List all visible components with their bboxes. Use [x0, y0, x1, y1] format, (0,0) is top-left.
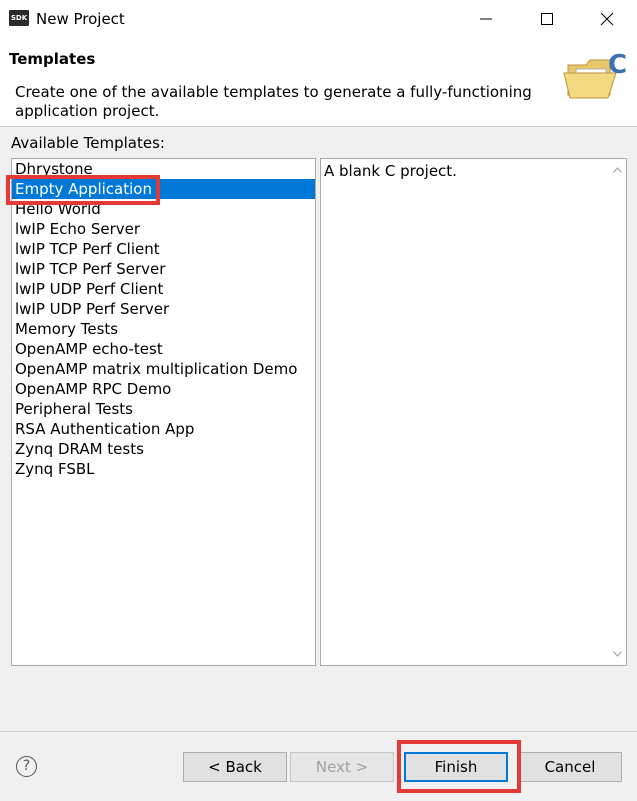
- list-item[interactable]: lwIP UDP Perf Client: [12, 279, 315, 299]
- wizard-header: Templates Create one of the available te…: [0, 38, 637, 126]
- list-item[interactable]: RSA Authentication App: [12, 419, 315, 439]
- list-item[interactable]: lwIP TCP Perf Server: [12, 259, 315, 279]
- help-button[interactable]: ?: [16, 756, 37, 777]
- next-button[interactable]: Next >: [290, 752, 394, 782]
- finish-button[interactable]: Finish: [404, 752, 508, 782]
- maximize-icon: [541, 13, 553, 25]
- list-item[interactable]: lwIP TCP Perf Client: [12, 239, 315, 259]
- window-title: New Project: [36, 10, 125, 28]
- page-title: Templates: [9, 50, 96, 68]
- vertical-scrollbar[interactable]: [609, 159, 626, 665]
- list-item[interactable]: OpenAMP echo-test: [12, 339, 315, 359]
- back-button[interactable]: < Back: [183, 752, 287, 782]
- page-description: Create one of the available templates to…: [15, 83, 532, 120]
- title-bar: SDK New Project: [0, 0, 637, 38]
- list-item[interactable]: Zynq DRAM tests: [12, 439, 315, 459]
- svg-text:C: C: [608, 50, 627, 80]
- list-item[interactable]: Hello World: [12, 199, 315, 219]
- list-item[interactable]: lwIP Echo Server: [12, 219, 315, 239]
- scroll-up-icon[interactable]: [613, 167, 622, 173]
- list-item[interactable]: lwIP UDP Perf Server: [12, 299, 315, 319]
- list-item[interactable]: OpenAMP matrix multiplication Demo: [12, 359, 315, 379]
- template-description-text: A blank C project.: [324, 162, 457, 180]
- c-folder-icon: C: [563, 50, 627, 99]
- list-item[interactable]: Dhrystone: [12, 159, 315, 179]
- list-item[interactable]: OpenAMP RPC Demo: [12, 379, 315, 399]
- templates-list[interactable]: Dhrystone Empty Application Hello World …: [11, 158, 316, 666]
- close-icon: [600, 12, 614, 26]
- template-description-panel: A blank C project.: [320, 158, 627, 666]
- maximize-button[interactable]: [524, 0, 570, 38]
- available-templates-label: Available Templates:: [11, 134, 165, 152]
- sdk-app-icon: SDK: [9, 10, 29, 26]
- header-divider: [0, 126, 637, 127]
- close-button[interactable]: [584, 0, 630, 38]
- footer-divider: [0, 731, 637, 732]
- list-item[interactable]: Memory Tests: [12, 319, 315, 339]
- list-item[interactable]: Peripheral Tests: [12, 399, 315, 419]
- list-item-selected[interactable]: Empty Application: [12, 179, 315, 199]
- scroll-down-icon[interactable]: [613, 651, 622, 657]
- minimize-icon: [480, 18, 492, 20]
- minimize-button[interactable]: [463, 0, 509, 38]
- cancel-button[interactable]: Cancel: [518, 752, 622, 782]
- list-item[interactable]: Zynq FSBL: [12, 459, 315, 479]
